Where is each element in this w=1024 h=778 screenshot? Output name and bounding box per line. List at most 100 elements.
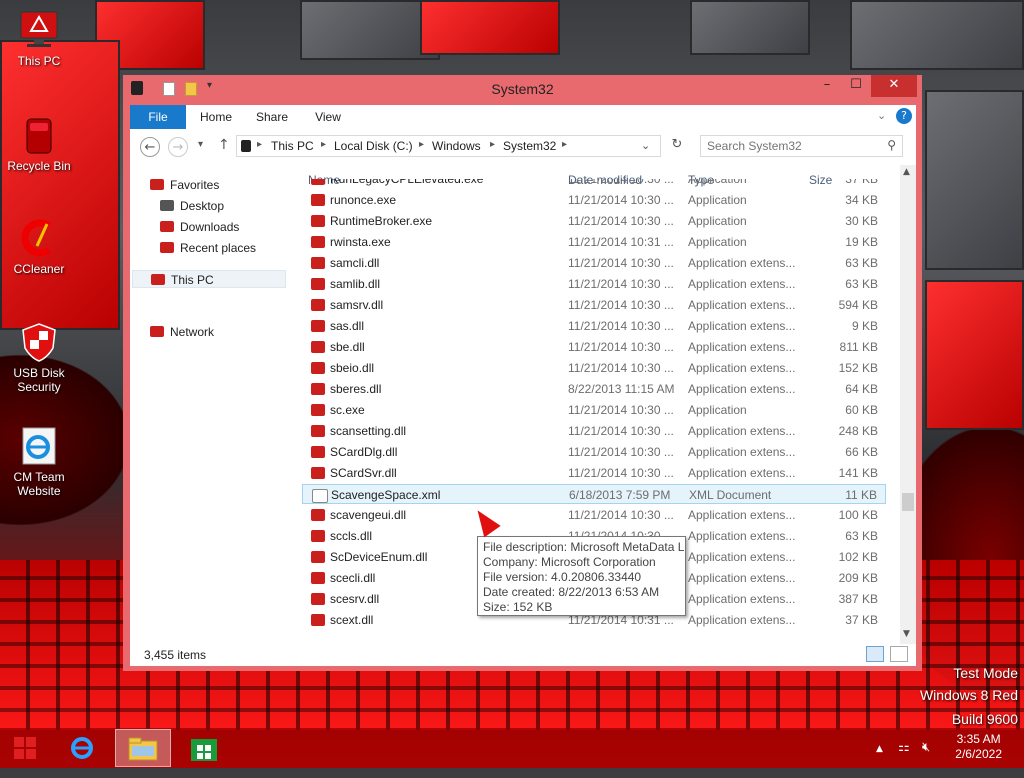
taskbar-internet-explorer[interactable] — [54, 729, 110, 767]
file-row[interactable]: sberes.dll 8/22/2013 11:15 AM Application … — [302, 379, 886, 399]
forward-button[interactable]: → — [168, 137, 188, 157]
file-row[interactable]: sas.dll 11/21/2014 10:30 ... Application e… — [302, 316, 886, 336]
chevron-right-icon: ▸ — [562, 139, 568, 150]
application-file-icon — [311, 215, 325, 227]
large-icons-view-button[interactable] — [890, 646, 908, 662]
nav-recent-places[interactable]: Recent places — [160, 239, 256, 257]
expand-ribbon-icon[interactable]: ⌄ — [877, 109, 886, 122]
address-dropdown-icon[interactable]: ⌄ — [641, 139, 650, 152]
bg-tile — [925, 90, 1024, 270]
scroll-down-icon[interactable]: ▼ — [903, 629, 910, 639]
file-size: 141 KB — [838, 466, 878, 480]
network-tray-icon[interactable]: ⚏ — [898, 740, 910, 755]
refresh-icon[interactable]: ↻ — [666, 137, 688, 157]
search-input[interactable] — [707, 137, 877, 155]
address-toolbar: ← → ▾ ↑ ▸ This PC ▸ Local Disk (C:) ▸ Wi… — [130, 129, 916, 165]
application-file-icon — [311, 179, 325, 185]
close-button[interactable]: ✕ — [871, 75, 917, 97]
breadcrumb-this-pc[interactable]: This PC — [271, 139, 314, 153]
file-name: sas.dll — [330, 319, 365, 333]
file-type: XML Document — [689, 488, 772, 502]
nav-desktop[interactable]: Desktop — [160, 197, 224, 215]
file-name: ScavengeSpace.xml — [331, 488, 441, 502]
status-bar: 3,455 items — [130, 644, 916, 666]
tab-file[interactable]: File — [130, 105, 186, 129]
tab-view[interactable]: View — [310, 105, 346, 129]
downloads-icon — [160, 221, 174, 232]
nav-downloads[interactable]: Downloads — [160, 218, 239, 236]
file-row[interactable]: samlib.dll 11/21/2014 10:30 ... Applicatio… — [302, 274, 886, 294]
file-row[interactable]: SCardDlg.dll 11/21/2014 10:30 ... Applicat… — [302, 442, 886, 462]
nav-network[interactable]: Network — [150, 323, 214, 341]
file-row[interactable]: ScavengeSpace.xml 6/18/2013 7:59 PM XML Do… — [302, 484, 886, 504]
desktop-icon-ccleaner[interactable]: CCleaner — [1, 218, 77, 276]
nav-label: Desktop — [180, 199, 225, 213]
details-view-button[interactable] — [866, 646, 884, 662]
file-size: 34 KB — [845, 193, 878, 207]
desktop-icon-cm-team-website[interactable]: CM Team Website — [1, 426, 77, 498]
breadcrumb-windows[interactable]: Windows — [432, 139, 481, 153]
breadcrumb-system32[interactable]: System32 — [503, 139, 556, 153]
file-row[interactable]: SCardSvr.dll 11/21/2014 10:30 ... Applicat… — [302, 463, 886, 483]
volume-muted-icon[interactable]: 🔇︎ — [922, 740, 930, 755]
recent-locations-icon[interactable]: ▾ — [198, 139, 203, 150]
file-row[interactable]: runonce.exe 11/21/2014 10:30 ... Applicati… — [302, 190, 886, 210]
scrollbar-thumb[interactable] — [902, 493, 914, 511]
tab-share[interactable]: Share — [252, 105, 292, 129]
application-file-icon — [311, 467, 325, 479]
search-box[interactable]: ⚲ — [700, 135, 903, 157]
application-file-icon — [311, 404, 325, 416]
file-row[interactable]: RuntimeBroker.exe 11/21/2014 10:30 ... App… — [302, 211, 886, 231]
file-type: Application extens... — [688, 424, 796, 438]
title-bar[interactable]: ▾ System32 – ☐ ✕ — [123, 75, 922, 105]
start-button[interactable] — [0, 729, 50, 767]
file-size: 60 KB — [845, 403, 878, 417]
file-row[interactable]: sc.exe 11/21/2014 10:30 ... Application 60 … — [302, 400, 886, 420]
recent-places-icon — [160, 242, 174, 253]
nav-label: Recent places — [180, 241, 257, 255]
file-row[interactable]: scavengeui.dll 11/21/2014 10:30 ... Applic… — [302, 505, 886, 525]
desktop-icon-label: CCleaner — [13, 262, 65, 276]
file-size: 811 KB — [839, 340, 878, 354]
minimize-button[interactable]: – — [814, 75, 840, 97]
nav-favorites[interactable]: Favorites — [150, 176, 219, 194]
up-button[interactable]: ↑ — [218, 137, 230, 153]
show-hidden-icons[interactable]: ▲ — [876, 744, 883, 754]
file-row[interactable]: RunLegacyCPLElevated.exe 11/21/2014 10:30… — [302, 179, 886, 189]
search-icon[interactable]: ⚲ — [887, 138, 896, 152]
address-bar[interactable]: ▸ This PC ▸ Local Disk (C:) ▸ Windows ▸ … — [236, 135, 661, 157]
star-icon — [150, 179, 164, 190]
bg-tile — [0, 40, 120, 330]
desktop-icon-recycle-bin[interactable]: Recycle Bin — [1, 115, 77, 173]
chevron-right-icon: ▸ — [419, 139, 425, 150]
scroll-up-icon[interactable]: ▲ — [903, 167, 910, 177]
desktop-icon-label: This PC — [17, 54, 61, 68]
maximize-button[interactable]: ☐ — [843, 75, 869, 97]
vertical-scrollbar[interactable]: ▲ ▼ — [900, 165, 916, 644]
file-size: 11 KB — [845, 488, 877, 502]
breadcrumb-local-disk[interactable]: Local Disk (C:) — [334, 139, 413, 153]
back-button[interactable]: ← — [140, 137, 160, 157]
clock-date: 2/6/2022 — [955, 747, 1002, 761]
taskbar-clock[interactable]: 3:35 AM 2/6/2022 — [955, 732, 1002, 762]
nav-label: Favorites — [170, 178, 220, 192]
application-file-icon — [311, 551, 325, 563]
file-row[interactable]: scansetting.dll 11/21/2014 10:30 ... Appli… — [302, 421, 886, 441]
watermark-line: Build 9600 — [951, 711, 1018, 727]
nav-this-pc[interactable]: This PC — [132, 270, 286, 288]
desktop-icon-usb-disk-security[interactable]: USB Disk Security — [1, 322, 77, 394]
file-size: 594 KB — [838, 298, 878, 312]
file-row[interactable]: rwinsta.exe 11/21/2014 10:31 ... Applicati… — [302, 232, 886, 252]
file-row[interactable]: samcli.dll 11/21/2014 10:30 ... Applicatio… — [302, 253, 886, 273]
file-row[interactable]: sbeio.dll 11/21/2014 10:30 ... Application… — [302, 358, 886, 378]
taskbar-file-explorer[interactable] — [115, 729, 171, 767]
nav-label: This PC — [171, 273, 214, 287]
taskbar-store[interactable] — [176, 729, 232, 767]
desktop-icon-this-pc[interactable]: This PC — [1, 10, 77, 68]
file-row[interactable]: sbe.dll 11/21/2014 10:30 ... Application e… — [302, 337, 886, 357]
file-type: Application extens... — [688, 340, 796, 354]
tab-home[interactable]: Home — [194, 105, 238, 129]
help-icon[interactable]: ? — [896, 108, 912, 124]
file-row[interactable]: samsrv.dll 11/21/2014 10:30 ... Applicatio… — [302, 295, 886, 315]
windows-logo-icon — [14, 737, 36, 759]
